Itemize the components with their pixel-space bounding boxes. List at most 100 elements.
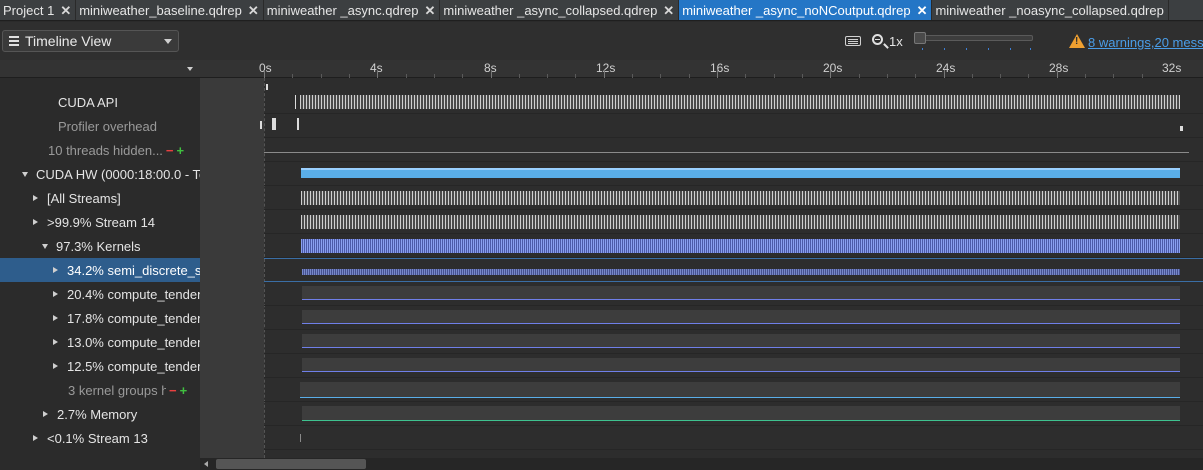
row-kernel-compute-tend-2[interactable]: 17.8% compute_tendencies_z (0, 306, 200, 330)
zoom-slider-ticks (922, 48, 1032, 51)
row-kernel-semi-discrete[interactable]: 34.2% semi_discrete_step (0, 258, 200, 282)
view-select-dropdown[interactable]: Timeline View (2, 30, 179, 52)
ruler-minor-tick (774, 74, 775, 78)
collapsed-triangle-icon[interactable] (53, 315, 58, 321)
lane-all-streams[interactable] (264, 186, 1203, 210)
tree-header (0, 60, 200, 78)
expanded-triangle-icon[interactable] (42, 243, 48, 249)
scroll-left-icon[interactable] (204, 461, 208, 467)
close-icon[interactable]: ✕ (424, 3, 435, 19)
ruler-minor-tick (689, 74, 690, 78)
tab-project-1[interactable]: Project 1 ✕ (0, 0, 77, 20)
tab-label: miniweather_baseline.qdrep (79, 3, 242, 18)
row-cuda-api[interactable]: CUDA API (0, 90, 200, 114)
close-icon[interactable]: ✕ (663, 3, 674, 19)
zoom-slider-handle[interactable] (914, 32, 926, 44)
zoom-out-icon[interactable] (872, 34, 883, 45)
ruler-minor-tick (1085, 74, 1086, 78)
tick-label: 16s (710, 61, 730, 75)
kernel-activity-box (302, 334, 1180, 348)
ruler-minor-tick (1028, 74, 1029, 78)
lane-kernels[interactable] (264, 234, 1203, 258)
collapsed-triangle-icon[interactable] (33, 219, 38, 225)
lane-kernel-compute-tend-2[interactable] (264, 306, 1203, 330)
tick-label: 0s (259, 61, 272, 75)
tab-label: miniweather _async_collapsed.qdrep (443, 3, 658, 18)
kernel-activity-line (302, 371, 1180, 372)
row-kernel-compute-tend-3[interactable]: 13.0% compute_tendencies_x (0, 330, 200, 354)
lane-profiler-overhead[interactable] (260, 114, 1203, 138)
warning-icon (1069, 34, 1085, 48)
collapsed-triangle-icon[interactable] (53, 267, 58, 273)
tab-miniweather-async-collapsed[interactable]: miniweather _async_collapsed.qdrep ✕ (440, 0, 680, 20)
lane-memory[interactable] (264, 402, 1203, 426)
timeline-canvas[interactable]: 0s 4s 8s 12s 16s 20s 24s 28s 32s (200, 60, 1203, 458)
ruler-minor-tick (547, 74, 548, 78)
row-label: [All Streams] (47, 190, 121, 206)
warnings-link[interactable]: 8 warnings,20 messages (1088, 35, 1203, 50)
kernel-group-line (300, 397, 1180, 398)
row-label: 10 threads hidden... (48, 142, 163, 158)
hamburger-icon (9, 34, 19, 48)
row-kernel-compute-tend-4[interactable]: 12.5% compute_tendencies_z (0, 354, 200, 378)
row-kernels[interactable]: 97.3% Kernels (0, 234, 200, 258)
kernel-activity-box (302, 286, 1180, 300)
tab-label: miniweather _async.qdrep (266, 3, 419, 18)
row-all-streams[interactable]: [All Streams] (0, 186, 200, 210)
keyboard-icon[interactable] (845, 36, 861, 46)
ruler-major-tick (377, 70, 378, 78)
close-icon[interactable]: ✕ (60, 3, 71, 19)
collapsed-triangle-icon[interactable] (53, 291, 58, 297)
lane-kernel-groups-hidden[interactable] (264, 378, 1203, 402)
row-memory[interactable]: 2.7% Memory (0, 402, 200, 426)
lane-threads-hidden (264, 138, 1203, 162)
pre-trace-region (200, 78, 264, 458)
row-stream-14[interactable]: >99.9% Stream 14 (0, 210, 200, 234)
kernels-activity (301, 239, 1180, 253)
collapsed-triangle-icon[interactable] (53, 363, 58, 369)
lane-kernel-compute-tend-1[interactable] (264, 282, 1203, 306)
chevron-down-icon[interactable] (187, 67, 193, 71)
close-icon[interactable]: ✕ (248, 3, 259, 19)
collapse-minus-icon[interactable]: − (169, 383, 177, 398)
tab-label: miniweather _noasync_collapsed.qdrep (935, 3, 1164, 18)
lane-stream-14[interactable] (264, 210, 1203, 234)
lane-kernel-compute-tend-3[interactable] (264, 330, 1203, 354)
ruler-major-tick (604, 70, 605, 78)
ruler-minor-tick (660, 74, 661, 78)
lane-kernel-semi-discrete[interactable] (264, 258, 1203, 282)
lane-kernel-compute-tend-4[interactable] (264, 354, 1203, 378)
row-stream-13[interactable]: <0.1% Stream 13 (0, 426, 200, 450)
expand-plus-icon[interactable]: + (180, 383, 188, 398)
expanded-triangle-icon[interactable] (22, 171, 28, 177)
collapsed-triangle-icon[interactable] (33, 195, 38, 201)
horizontal-scrollbar[interactable] (200, 458, 1203, 470)
close-icon[interactable]: ✕ (917, 3, 928, 19)
collapse-minus-icon[interactable]: − (166, 143, 174, 158)
collapsed-triangle-icon[interactable] (43, 411, 48, 417)
tab-miniweather-async-nonc-output[interactable]: miniweather _async_noNCoutput.qdrep ✕ (679, 0, 933, 20)
row-threads-hidden[interactable]: 10 threads hidden... − + (0, 138, 200, 162)
row-label: 20.4% compute_tendencies_x (67, 286, 200, 302)
row-profiler-overhead[interactable]: Profiler overhead (0, 114, 200, 138)
row-label: >99.9% Stream 14 (47, 214, 156, 230)
collapsed-triangle-icon[interactable] (53, 339, 58, 345)
expand-plus-icon[interactable]: + (177, 143, 185, 158)
row-label: CUDA API (58, 94, 118, 110)
row-cuda-hw[interactable]: CUDA HW (0000:18:00.0 - Tesla V100-SXM2-… (0, 162, 200, 186)
time-ruler[interactable]: 0s 4s 8s 12s 16s 20s 24s 28s 32s (200, 60, 1203, 78)
row-kernel-groups-hidden[interactable]: 3 kernel groups hidden...−+ (0, 378, 200, 402)
lane-stream-13[interactable] (264, 426, 1203, 450)
ruler-minor-tick (859, 74, 860, 78)
ruler-minor-tick (1000, 74, 1001, 78)
tab-miniweather-baseline[interactable]: miniweather_baseline.qdrep ✕ (76, 0, 264, 20)
lane-cuda-api[interactable] (264, 84, 1203, 114)
tab-miniweather-async[interactable]: miniweather _async.qdrep ✕ (264, 0, 441, 20)
ruler-minor-tick (406, 74, 407, 78)
tab-miniweather-noasync-collapsed[interactable]: miniweather _noasync_collapsed.qdrep (932, 0, 1169, 20)
row-kernel-compute-tend-1[interactable]: 20.4% compute_tendencies_x (0, 282, 200, 306)
zoom-slider[interactable] (915, 35, 1033, 41)
collapsed-triangle-icon[interactable] (33, 435, 38, 441)
lane-cuda-hw[interactable] (264, 162, 1203, 186)
scrollbar-thumb[interactable] (216, 459, 366, 469)
